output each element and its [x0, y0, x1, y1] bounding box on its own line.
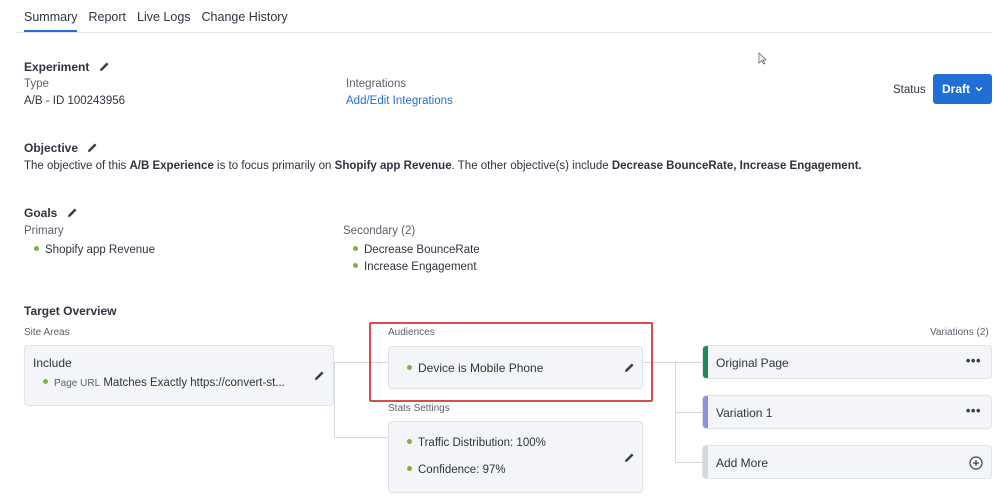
objective-heading: Objective [24, 141, 98, 155]
add-circle-icon[interactable] [969, 456, 983, 470]
site-areas-label: Site Areas [24, 327, 70, 338]
connector-line [675, 462, 702, 463]
goal-dot-icon [353, 246, 358, 251]
edit-goals-icon[interactable] [67, 207, 78, 218]
tab-report[interactable]: Report [88, 0, 126, 32]
experiment-heading: Experiment [24, 60, 110, 74]
type-value: A/B - ID 100243956 [24, 95, 126, 107]
edit-site-area-icon[interactable] [314, 370, 325, 381]
variations-label: Variations (2) [930, 327, 989, 338]
variation-stripe [703, 396, 708, 428]
tab-live-logs[interactable]: Live Logs [137, 0, 191, 32]
connector-line [675, 362, 702, 363]
variation-title: Variation 1 [716, 406, 773, 420]
variation-card-1[interactable]: Variation 1 ••• [702, 395, 992, 429]
stats-dot-icon [407, 439, 412, 444]
stats-dot-icon [407, 466, 412, 471]
status-value: Draft [941, 82, 970, 96]
connector-line [334, 362, 335, 438]
secondary-goal-item: Increase Engagement [353, 261, 477, 273]
audience-highlight-box [369, 322, 653, 402]
chevron-down-icon [975, 87, 983, 92]
variation-title: Original Page [716, 356, 789, 370]
confidence-level: Confidence: 97% [407, 464, 506, 476]
more-options-icon[interactable]: ••• [966, 353, 981, 368]
secondary-goals-label: Secondary (2) [343, 225, 416, 237]
stats-settings-label: Stats Settings [388, 403, 450, 414]
variation-stripe [703, 346, 708, 378]
objective-text: The objective of this A/B Experience is … [24, 160, 862, 172]
add-edit-integrations-link[interactable]: Add/Edit Integrations [346, 95, 453, 107]
more-options-icon[interactable]: ••• [966, 403, 981, 418]
tab-bar: Summary Report Live Logs Change History [24, 0, 299, 32]
tab-summary[interactable]: Summary [24, 0, 78, 32]
status-dropdown-button[interactable]: Draft [933, 74, 992, 104]
connector-line [334, 437, 388, 438]
status-label: Status [893, 84, 926, 96]
edit-stats-icon[interactable] [624, 452, 635, 463]
target-overview-heading: Target Overview [24, 304, 117, 318]
mouse-cursor-icon [758, 52, 767, 65]
goal-dot-icon [353, 263, 358, 268]
rule-dot-icon [43, 379, 48, 384]
site-area-card[interactable]: Include Page URL Matches Exactly https:/… [24, 345, 334, 406]
edit-objective-icon[interactable] [87, 142, 98, 153]
integrations-label: Integrations [346, 78, 407, 90]
tab-divider [16, 32, 992, 33]
edit-experiment-icon[interactable] [99, 61, 110, 72]
include-title: Include [33, 356, 72, 370]
primary-goal-item: Shopify app Revenue [34, 244, 155, 256]
variation-card-original[interactable]: Original Page ••• [702, 345, 992, 379]
goals-heading: Goals [24, 206, 78, 220]
goal-dot-icon [34, 246, 39, 251]
connector-line [675, 412, 702, 413]
stats-settings-card[interactable]: Traffic Distribution: 100% Confidence: 9… [388, 421, 643, 493]
primary-goals-label: Primary [24, 225, 64, 237]
variation-stripe [703, 446, 708, 478]
add-more-variation-button[interactable]: Add More [702, 445, 992, 479]
site-area-rule: Page URL Matches Exactly https://convert… [43, 377, 285, 389]
secondary-goal-item: Decrease BounceRate [353, 244, 480, 256]
traffic-distribution: Traffic Distribution: 100% [407, 437, 546, 449]
tab-change-history[interactable]: Change History [202, 0, 288, 32]
type-label: Type [24, 78, 49, 90]
add-more-label: Add More [716, 456, 769, 470]
